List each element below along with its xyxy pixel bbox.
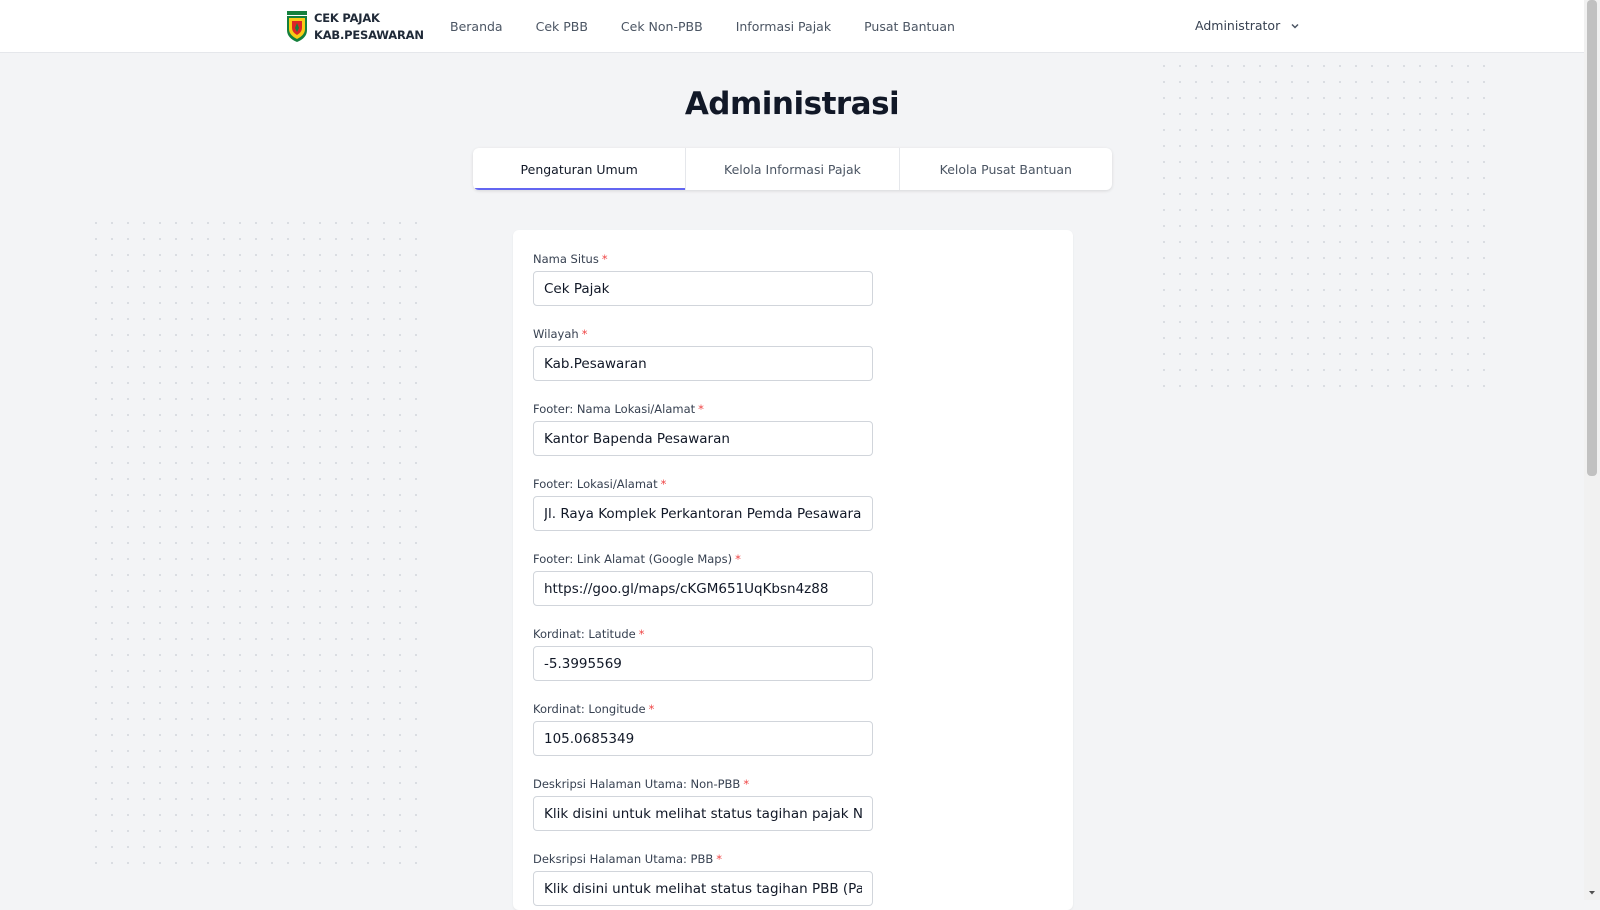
chevron-down-icon (1291, 23, 1299, 29)
nav-item-cek-pbb[interactable]: Cek PBB (536, 19, 588, 34)
required-mark: * (716, 852, 722, 866)
nav-item-beranda[interactable]: Beranda (450, 19, 503, 34)
required-mark: * (638, 627, 645, 641)
form-field-deskripsi-non-pbb: Deskripsi Halaman Utama: Non-PBB * (533, 777, 873, 831)
required-mark: * (601, 252, 608, 266)
footer-nama-lokasi-input[interactable] (533, 421, 873, 456)
page-title: Administrasi (684, 86, 900, 122)
footer-lokasi-alamat-input[interactable] (533, 496, 873, 531)
form-field-footer-nama-lokasi: Footer: Nama Lokasi/Alamat * (533, 402, 873, 456)
form-field-deskripsi-pbb: Deksripsi Halaman Utama: PBB * (533, 852, 873, 906)
form-field-nama-situs: Nama Situs * (533, 252, 873, 306)
main-nav: Beranda Cek PBB Cek Non-PBB Informasi Pa… (450, 0, 988, 53)
field-label: Deksripsi Halaman Utama: PBB (533, 852, 714, 866)
shield-emblem-icon (287, 11, 307, 42)
required-mark: * (660, 477, 667, 491)
required-mark: * (698, 402, 704, 416)
field-label: Kordinat: Longitude (533, 702, 646, 716)
required-mark: * (735, 552, 741, 566)
required-mark: * (648, 702, 655, 716)
brand-name-line2: KAB.PESAWARAN (314, 28, 424, 42)
wilayah-input[interactable] (533, 346, 873, 381)
required-mark: * (581, 327, 588, 341)
nav-item-informasi-pajak[interactable]: Informasi Pajak (736, 19, 831, 34)
field-label: Footer: Lokasi/Alamat (533, 477, 658, 491)
nama-situs-input[interactable] (533, 271, 873, 306)
latitude-input[interactable] (533, 646, 873, 681)
tab-pengaturan-umum[interactable]: Pengaturan Umum (473, 148, 687, 190)
settings-form-card: Nama Situs* Wilayah* Footer: Nama Lokasi… (513, 230, 1073, 910)
tab-kelola-pusat-bantuan[interactable]: Kelola Pusat Bantuan (900, 148, 1112, 190)
field-label: Footer: Nama Lokasi/Alamat (533, 402, 696, 416)
footer-link-alamat-input[interactable] (533, 571, 873, 606)
page-scrollbar[interactable] (1584, 0, 1600, 900)
user-menu[interactable]: Administrator (1195, 18, 1300, 33)
field-label: Footer: Link Alamat (Google Maps) (533, 552, 733, 566)
form-field-footer-lokasi-alamat: Footer: Lokasi/Alamat * (533, 477, 873, 531)
form-field-longitude: Kordinat: Longitude * (533, 702, 873, 756)
longitude-input[interactable] (533, 721, 873, 756)
top-navbar: CEK PAJAK KAB.PESAWARAN Beranda Cek PBB … (0, 0, 1584, 53)
form-field-wilayah: Wilayah * (533, 327, 873, 381)
scrollbar-thumb[interactable] (1587, 0, 1597, 476)
deskripsi-non-pbb-input[interactable] (533, 796, 873, 831)
field-label: Deskripsi Halaman Utama: Non-PBB (533, 777, 741, 791)
user-menu-label: Administrator (1195, 18, 1281, 33)
nav-item-pusat-bantuan[interactable]: Pusat Bantuan (864, 19, 955, 34)
decorative-dot-pattern-left (88, 215, 430, 875)
nav-item-cek-non-pbb[interactable]: Cek Non-PBB (621, 19, 703, 34)
deskripsi-pbb-input[interactable] (533, 871, 873, 906)
brand-link[interactable]: CEK PAJAK KAB.PESAWARAN (286, 10, 424, 44)
arrow-down-icon[interactable] (1584, 886, 1600, 900)
form-field-footer-link-alamat: Footer: Link Alamat (Google Maps) * (533, 552, 873, 606)
field-label: Kordinat: Latitude (533, 627, 636, 641)
form-field-latitude: Kordinat: Latitude * (533, 627, 873, 681)
field-label: Nama Situs (533, 252, 599, 266)
brand-name-line1: CEK PAJAK (314, 11, 380, 25)
admin-tabs: Pengaturan Umum Kelola Informasi Pajak K… (473, 148, 1112, 190)
field-label: Wilayah (533, 327, 579, 341)
tab-kelola-informasi-pajak[interactable]: Kelola Informasi Pajak (686, 148, 900, 190)
required-mark: * (743, 777, 750, 791)
